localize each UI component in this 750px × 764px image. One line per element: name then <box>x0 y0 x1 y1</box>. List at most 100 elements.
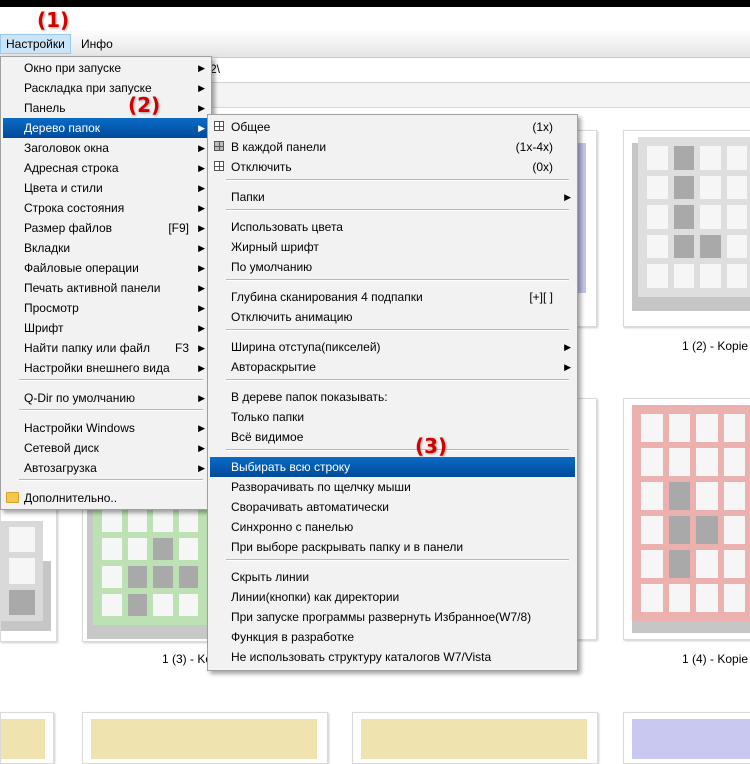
menu-item-label: Шрифт <box>24 321 64 335</box>
menu-item-label: Не использовать структуру каталогов W7/V… <box>231 650 492 664</box>
menu-item-17[interactable]: Q-Dir по умолчанию ▶ <box>3 388 209 408</box>
thumbnail[interactable] <box>623 130 750 327</box>
menu-item-label: Выбирать всю строку <box>231 460 351 474</box>
tree-grid-icon <box>214 121 224 131</box>
thumbnail[interactable] <box>575 398 597 640</box>
menu-item-label: Найти папку или файл <box>24 341 150 355</box>
tree-option-14[interactable]: Всё видимое <box>210 427 575 447</box>
menu-item-label: Заголовок окна <box>24 141 109 155</box>
thumbnail-caption: 1 (2) - Kopie <box>682 339 749 353</box>
folder-icon <box>6 492 19 503</box>
submenu-arrow-icon: ▶ <box>564 342 571 352</box>
thumbnail[interactable] <box>623 398 750 640</box>
tree-option-3[interactable]: Отключить (0x) <box>210 157 575 177</box>
menu-info[interactable]: Инфо <box>76 35 118 53</box>
annotation-3: (3) <box>415 434 448 458</box>
menu-separator <box>226 279 569 281</box>
menu-bar: Настройки Инфо <box>0 31 750 58</box>
thumbnail[interactable] <box>82 500 209 642</box>
submenu-arrow-icon: ▶ <box>198 343 205 353</box>
menu-item-shortcut: [F9] <box>168 221 189 235</box>
tree-grid-icon <box>214 161 224 171</box>
tree-option-21[interactable]: Линии(кнопки) как директории <box>210 587 575 607</box>
menu-item-15[interactable]: Найти папку или файл F3 ▶ <box>3 338 209 358</box>
tree-option-10[interactable]: Ширина отступа(пикселей) ▶ <box>210 337 575 357</box>
menu-item-8[interactable]: Строка состояния ▶ <box>3 198 209 218</box>
tree-option-16[interactable]: Разворачивать по щелчку мыши <box>210 477 575 497</box>
menu-item-21[interactable]: Дополнительно.. <box>3 488 209 508</box>
menu-item-10[interactable]: Вкладки ▶ <box>3 238 209 258</box>
tree-option-17[interactable]: Сворачивать автоматически <box>210 497 575 517</box>
tree-option-18[interactable]: Синхронно с панелью <box>210 517 575 537</box>
image-icon <box>1 719 45 759</box>
menu-item-label: При запуске программы развернуть Избранн… <box>231 610 532 624</box>
menu-separator <box>19 409 203 411</box>
menu-item-label: Окно при запуске <box>24 61 122 75</box>
tree-option-24[interactable]: Не использовать структуру каталогов W7/V… <box>210 647 575 667</box>
menu-separator <box>226 209 569 211</box>
tree-option-9[interactable]: Отключить анимацию <box>210 307 575 327</box>
thumbnail[interactable] <box>352 712 598 764</box>
menu-item-7[interactable]: Цвета и стили ▶ <box>3 178 209 198</box>
thumbnail-caption: 1 (3) - Ko <box>162 652 213 666</box>
menu-item-6[interactable]: Адресная строка ▶ <box>3 158 209 178</box>
menu-item-label: Сетевой диск <box>24 441 99 455</box>
tree-option-20[interactable]: Скрыть линии <box>210 567 575 587</box>
submenu-arrow-icon: ▶ <box>198 263 205 273</box>
tree-option-12[interactable]: В дереве папок показывать: <box>210 387 575 407</box>
menu-settings[interactable]: Настройки <box>0 34 71 54</box>
menu-item-11[interactable]: Файловые операции ▶ <box>3 258 209 278</box>
menu-item-14[interactable]: Шрифт ▶ <box>3 318 209 338</box>
menu-item-16[interactable]: Настройки внешнего вида ▶ <box>3 358 209 378</box>
menu-item-label: Линии(кнопки) как директории <box>231 590 400 604</box>
menu-item-2[interactable]: Раскладка при запуске ▶ <box>3 78 209 98</box>
submenu-arrow-icon: ▶ <box>198 163 205 173</box>
submenu-arrow-icon: ▶ <box>564 362 571 372</box>
menu-item-label: Дерево папок <box>24 121 100 135</box>
tree-option-1[interactable]: Общее (1x) <box>210 117 575 137</box>
image-icon <box>632 719 750 759</box>
tree-option-23[interactable]: Функция в разработке <box>210 627 575 647</box>
tree-option-7[interactable]: По умолчанию <box>210 257 575 277</box>
tree-option-15[interactable]: Выбирать всю строку <box>210 457 575 477</box>
menu-item-label: Общее <box>231 120 271 134</box>
menu-item-label: Разворачивать по щелчку мыши <box>231 480 411 494</box>
menu-item-5[interactable]: Заголовок окна ▶ <box>3 138 209 158</box>
menu-item-4[interactable]: Дерево папок ▶ <box>3 118 209 138</box>
menu-item-1[interactable]: Окно при запуске ▶ <box>3 58 209 78</box>
menu-separator <box>226 449 569 451</box>
thumbnail[interactable] <box>0 712 54 764</box>
menu-item-12[interactable]: Печать активной панели ▶ <box>3 278 209 298</box>
menu-item-label: По умолчанию <box>231 260 313 274</box>
thumbnail[interactable] <box>623 712 750 764</box>
menu-item-label: В дереве папок показывать: <box>231 390 388 404</box>
menu-item-shortcut: (1x) <box>532 120 553 134</box>
submenu-arrow-icon: ▶ <box>198 203 205 213</box>
tree-option-2[interactable]: В каждой панели (1x-4x) <box>210 137 575 157</box>
thumbnail[interactable] <box>82 712 328 764</box>
tree-option-4[interactable]: Папки ▶ <box>210 187 575 207</box>
menu-item-19[interactable]: Сетевой диск ▶ <box>3 438 209 458</box>
menu-item-20[interactable]: Автозагрузка ▶ <box>3 458 209 478</box>
menu-item-label: Функция в разработке <box>231 630 355 644</box>
tree-option-22[interactable]: При запуске программы развернуть Избранн… <box>210 607 575 627</box>
menu-item-label: Глубина сканирования 4 подпапки <box>231 290 423 304</box>
menu-item-label: Просмотр <box>24 301 79 315</box>
menu-separator <box>226 179 569 181</box>
menu-item-9[interactable]: Размер файлов [F9] ▶ <box>3 218 209 238</box>
menu-item-18[interactable]: Настройки Windows ▶ <box>3 418 209 438</box>
menu-item-label: Синхронно с панелью <box>231 520 354 534</box>
submenu-arrow-icon: ▶ <box>198 123 205 133</box>
thumbnail[interactable] <box>575 130 597 327</box>
settings-menu: Окно при запуске ▶ Раскладка при запуске ▶ П… <box>0 56 212 510</box>
menu-item-label: Строка состояния <box>24 201 125 215</box>
menu-item-label: Дополнительно.. <box>24 491 118 505</box>
tree-option-19[interactable]: При выборе раскрывать папку и в панели <box>210 537 575 557</box>
tree-option-5[interactable]: Использовать цвета <box>210 217 575 237</box>
tree-option-11[interactable]: Автораскрытие ▶ <box>210 357 575 377</box>
menu-item-13[interactable]: Просмотр ▶ <box>3 298 209 318</box>
tree-option-6[interactable]: Жирный шрифт <box>210 237 575 257</box>
menu-item-3[interactable]: Панель ▶ <box>3 98 209 118</box>
tree-option-13[interactable]: Только папки <box>210 407 575 427</box>
tree-option-8[interactable]: Глубина сканирования 4 подпапки [+][ ] <box>210 287 575 307</box>
